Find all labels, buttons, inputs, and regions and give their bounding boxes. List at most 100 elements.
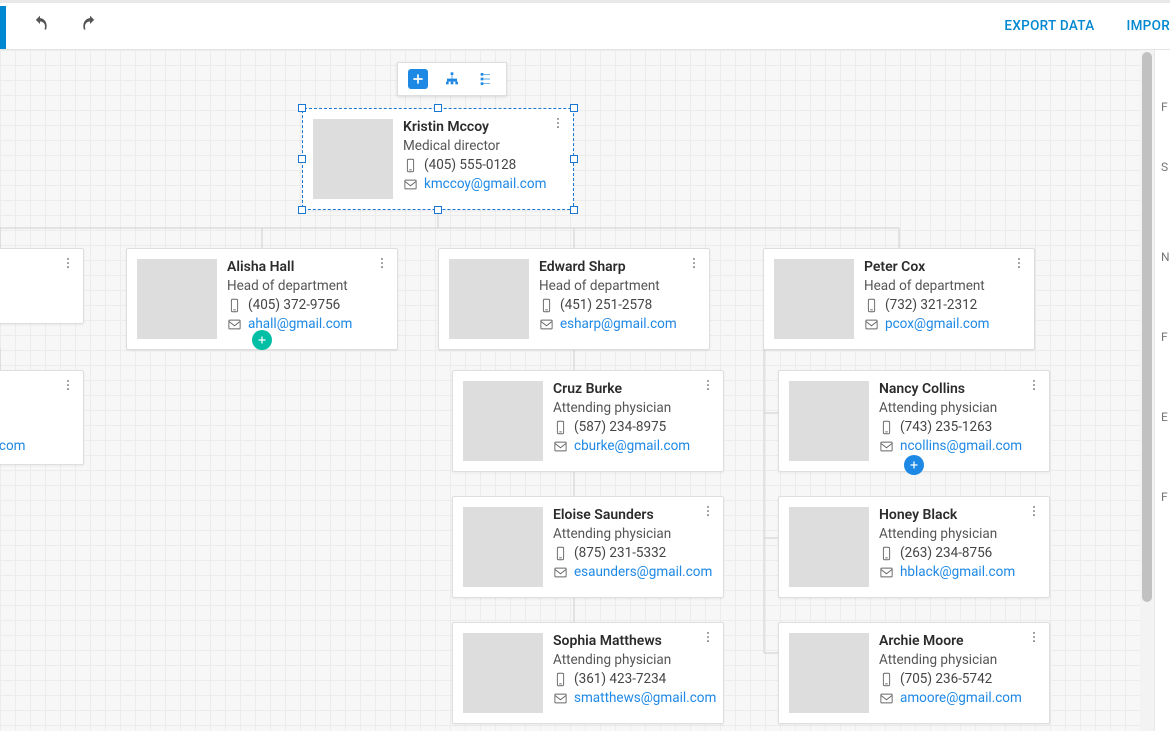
panel-label-letter: S xyxy=(1161,160,1168,174)
node-phone: (361) 423-7234 xyxy=(574,671,666,687)
node-role: Head of department xyxy=(864,278,990,294)
phone-icon xyxy=(879,672,894,687)
node-phone: (732) 321-2312 xyxy=(885,297,977,313)
node-partial-dept-head[interactable]: ment 372 il.com xyxy=(0,248,84,324)
redo-button[interactable] xyxy=(80,14,100,39)
node-name: Honey Black xyxy=(879,507,1015,523)
node-email-suffix[interactable]: gmail.com xyxy=(0,438,26,454)
more-vertical-icon xyxy=(701,630,715,644)
node-role-suffix: cian xyxy=(0,400,26,416)
node-email[interactable]: hblack@gmail.com xyxy=(900,564,1015,580)
node-honey-black[interactable]: Honey Black Attending physician (263) 23… xyxy=(778,496,1050,598)
node-email[interactable]: smatthews@gmail.com xyxy=(574,690,716,706)
plus-icon xyxy=(256,334,268,346)
node-name-suffix: ders xyxy=(0,381,26,397)
more-vertical-icon xyxy=(701,504,715,518)
avatar xyxy=(789,381,869,461)
redo-icon xyxy=(80,14,100,34)
more-vertical-icon xyxy=(701,378,715,392)
node-more-menu[interactable] xyxy=(61,377,75,396)
node-kristin-mccoy[interactable]: Kristin Mccoy Medical director (405) 555… xyxy=(302,108,574,210)
avatar xyxy=(789,507,869,587)
node-email[interactable]: pcox@gmail.com xyxy=(885,316,990,332)
node-email[interactable]: amoore@gmail.com xyxy=(900,690,1022,706)
node-role: Head of department xyxy=(227,278,352,294)
phone-icon xyxy=(539,298,554,313)
node-phone: (405) 555-0128 xyxy=(424,157,516,173)
hierarchy-alt-icon xyxy=(478,71,494,87)
node-email[interactable]: esharp@gmail.com xyxy=(560,316,677,332)
node-name: Eloise Saunders xyxy=(553,507,712,523)
node-role: Attending physician xyxy=(879,652,1022,668)
node-more-menu[interactable] xyxy=(1027,503,1041,522)
node-more-menu[interactable] xyxy=(701,503,715,522)
avatar xyxy=(463,381,543,461)
node-name: Kristin Mccoy xyxy=(403,119,546,135)
node-phone: (875) 231-5332 xyxy=(574,545,666,561)
node-more-menu[interactable] xyxy=(61,255,75,274)
phone-icon xyxy=(553,420,568,435)
node-more-menu[interactable] xyxy=(1027,377,1041,396)
node-email[interactable]: kmccoy@gmail.com xyxy=(424,176,546,192)
top-toolbar: EXPORT DATA IMPOR xyxy=(0,0,1170,50)
export-data-button[interactable]: EXPORT DATA xyxy=(1004,18,1094,34)
node-more-menu[interactable] xyxy=(1027,629,1041,648)
panel-label-letter: F xyxy=(1161,490,1168,504)
node-peter-cox[interactable]: Peter Cox Head of department (732) 321-2… xyxy=(763,248,1035,350)
more-vertical-icon xyxy=(687,256,701,270)
node-sophia-matthews[interactable]: Sophia Matthews Attending physician (361… xyxy=(452,622,724,724)
add-child-button[interactable] xyxy=(408,69,428,89)
phone-icon xyxy=(864,298,879,313)
node-email[interactable]: ncollins@gmail.com xyxy=(900,438,1022,454)
node-phone: (451) 251-2578 xyxy=(560,297,652,313)
more-vertical-icon xyxy=(61,378,75,392)
import-data-button[interactable]: IMPOR xyxy=(1126,18,1170,34)
avatar xyxy=(789,633,869,713)
node-more-menu[interactable] xyxy=(1012,255,1026,274)
node-phone: (587) 234-8975 xyxy=(574,419,666,435)
node-name: Edward Sharp xyxy=(539,259,677,275)
node-more-menu[interactable] xyxy=(687,255,701,274)
node-email[interactable]: cburke@gmail.com xyxy=(574,438,690,454)
avatar xyxy=(313,119,393,199)
node-more-menu[interactable] xyxy=(375,255,389,274)
more-vertical-icon xyxy=(1027,378,1041,392)
avatar xyxy=(137,259,217,339)
email-icon xyxy=(553,565,568,580)
add-child-button[interactable] xyxy=(252,330,272,350)
avatar xyxy=(774,259,854,339)
node-name: Alisha Hall xyxy=(227,259,352,275)
node-email[interactable]: esaunders@gmail.com xyxy=(574,564,712,580)
phone-icon xyxy=(227,298,242,313)
phone-icon xyxy=(553,546,568,561)
phone-icon xyxy=(553,672,568,687)
scrollbar-thumb[interactable] xyxy=(1142,52,1152,602)
node-name: Archie Moore xyxy=(879,633,1022,649)
email-icon xyxy=(879,439,894,454)
node-name: Peter Cox xyxy=(864,259,990,275)
active-main-tab-indicator[interactable] xyxy=(0,6,6,49)
panel-label-letter: F xyxy=(1161,330,1168,344)
node-eloise-saunders[interactable]: Eloise Saunders Attending physician (875… xyxy=(452,496,724,598)
hierarchy-alt-button[interactable] xyxy=(476,69,496,89)
node-more-menu[interactable] xyxy=(701,377,715,396)
more-vertical-icon xyxy=(1012,256,1026,270)
node-name: Nancy Collins xyxy=(879,381,1022,397)
node-partial-physician[interactable]: ders cian 736 gmail.com xyxy=(0,370,84,465)
node-action-toolbar xyxy=(397,62,507,96)
hierarchy-vertical-button[interactable] xyxy=(442,69,462,89)
node-more-menu[interactable] xyxy=(551,115,565,134)
undo-button[interactable] xyxy=(30,14,50,39)
add-child-button[interactable] xyxy=(904,455,924,475)
node-cruz-burke[interactable]: Cruz Burke Attending physician (587) 234… xyxy=(452,370,724,472)
vertical-scrollbar[interactable] xyxy=(1140,50,1154,731)
node-more-menu[interactable] xyxy=(701,629,715,648)
panel-label-letter: F xyxy=(1161,100,1168,114)
node-edward-sharp[interactable]: Edward Sharp Head of department (451) 25… xyxy=(438,248,710,350)
node-archie-moore[interactable]: Archie Moore Attending physician (705) 2… xyxy=(778,622,1050,724)
org-chart-canvas[interactable]: Kristin Mccoy Medical director (405) 555… xyxy=(0,50,1148,731)
email-icon xyxy=(539,317,554,332)
plus-icon xyxy=(410,71,426,87)
avatar xyxy=(463,633,543,713)
node-name: Sophia Matthews xyxy=(553,633,716,649)
